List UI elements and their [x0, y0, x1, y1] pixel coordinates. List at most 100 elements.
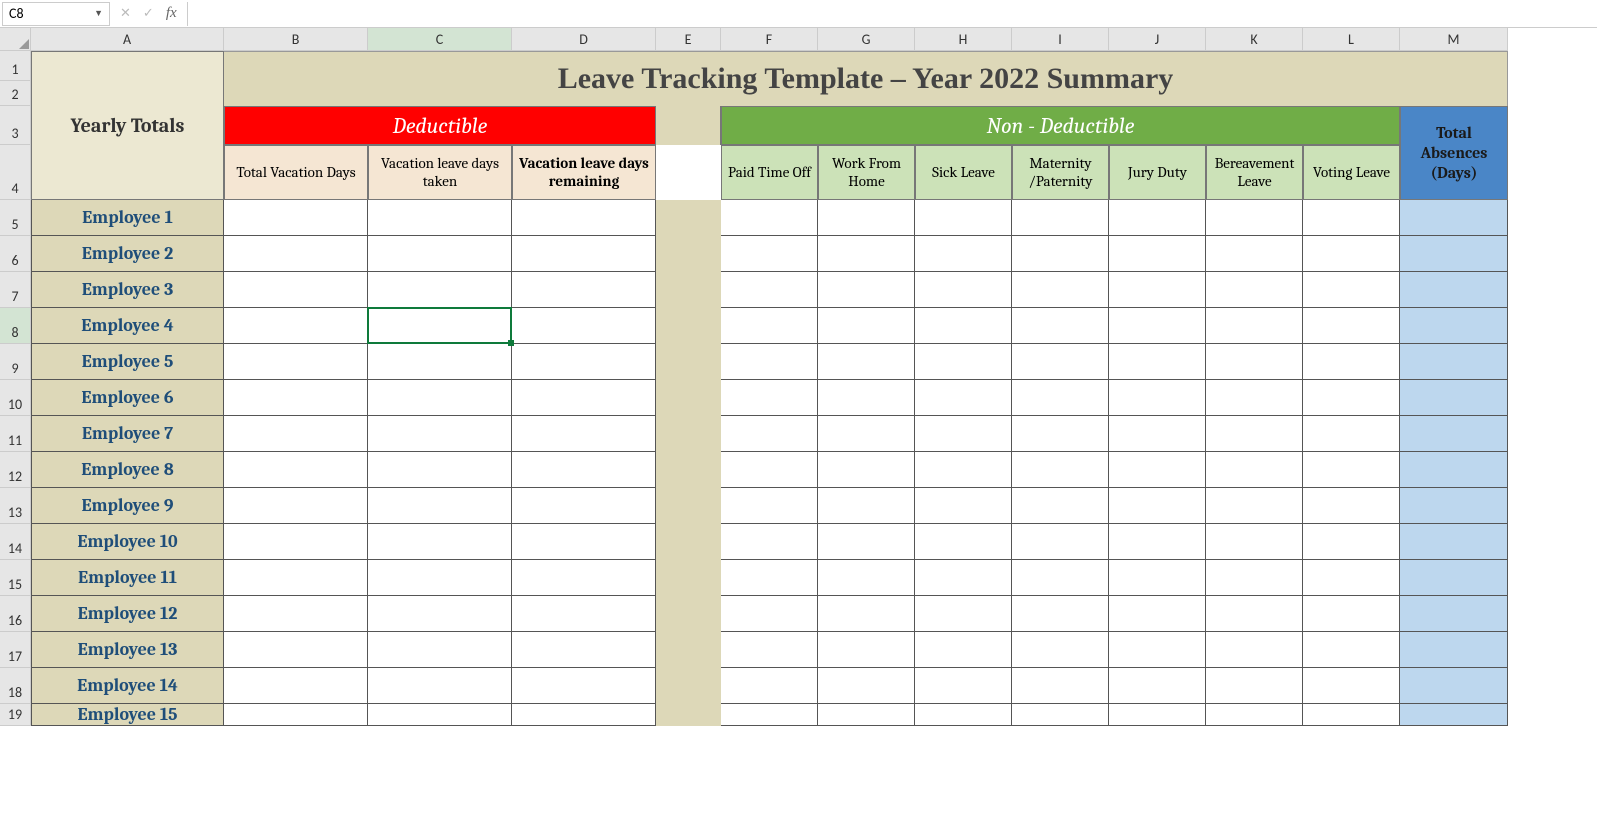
header-jury-duty[interactable]: Jury Duty: [1109, 145, 1206, 200]
cell-B12[interactable]: [224, 452, 368, 488]
select-all-corner[interactable]: [0, 28, 31, 51]
cell-E7[interactable]: [656, 272, 721, 308]
cell-C17[interactable]: [368, 632, 512, 668]
cell-I10[interactable]: [1012, 380, 1109, 416]
employee-name-cell[interactable]: Employee 11: [31, 560, 224, 596]
cell-G14[interactable]: [818, 524, 915, 560]
name-box-dropdown-icon[interactable]: ▼: [94, 8, 103, 19]
cell-J11[interactable]: [1109, 416, 1206, 452]
cell-K13[interactable]: [1206, 488, 1303, 524]
enter-icon[interactable]: ✓: [143, 6, 154, 21]
cell-J10[interactable]: [1109, 380, 1206, 416]
cell-F17[interactable]: [721, 632, 818, 668]
cell-E19[interactable]: [656, 704, 721, 726]
cell-K9[interactable]: [1206, 344, 1303, 380]
cell-H12[interactable]: [915, 452, 1012, 488]
cell-J6[interactable]: [1109, 236, 1206, 272]
cell-D17[interactable]: [512, 632, 656, 668]
cell-K12[interactable]: [1206, 452, 1303, 488]
cell-L16[interactable]: [1303, 596, 1400, 632]
cell-G8[interactable]: [818, 308, 915, 344]
cell-C10[interactable]: [368, 380, 512, 416]
cell-I13[interactable]: [1012, 488, 1109, 524]
fx-icon[interactable]: fx: [166, 5, 177, 22]
cell-M8[interactable]: [1400, 308, 1508, 344]
cell-F10[interactable]: [721, 380, 818, 416]
employee-name-cell[interactable]: Employee 14: [31, 668, 224, 704]
cell-G7[interactable]: [818, 272, 915, 308]
cell-E16[interactable]: [656, 596, 721, 632]
row-header-1[interactable]: 1: [0, 51, 31, 81]
row-header-9[interactable]: 9: [0, 344, 31, 380]
cell-J5[interactable]: [1109, 200, 1206, 236]
cell-G16[interactable]: [818, 596, 915, 632]
cell-F16[interactable]: [721, 596, 818, 632]
cell-I6[interactable]: [1012, 236, 1109, 272]
cell-C11[interactable]: [368, 416, 512, 452]
cell-B16[interactable]: [224, 596, 368, 632]
cell-G19[interactable]: [818, 704, 915, 726]
cell-C16[interactable]: [368, 596, 512, 632]
cell-B10[interactable]: [224, 380, 368, 416]
cell-J9[interactable]: [1109, 344, 1206, 380]
employee-name-cell[interactable]: Employee 4: [31, 308, 224, 344]
cell-E8[interactable]: [656, 308, 721, 344]
col-header-G[interactable]: G: [818, 28, 915, 51]
row-header-13[interactable]: 13: [0, 488, 31, 524]
spacer-col-e[interactable]: [656, 106, 721, 145]
cell-E17[interactable]: [656, 632, 721, 668]
cell-G18[interactable]: [818, 668, 915, 704]
row-header-10[interactable]: 10: [0, 380, 31, 416]
cell-F6[interactable]: [721, 236, 818, 272]
cell-K18[interactable]: [1206, 668, 1303, 704]
cell-K11[interactable]: [1206, 416, 1303, 452]
col-header-F[interactable]: F: [721, 28, 818, 51]
cell-H7[interactable]: [915, 272, 1012, 308]
cell-M17[interactable]: [1400, 632, 1508, 668]
cell-G9[interactable]: [818, 344, 915, 380]
col-header-B[interactable]: B: [224, 28, 368, 51]
cell-E5[interactable]: [656, 200, 721, 236]
cell-L6[interactable]: [1303, 236, 1400, 272]
cell-I5[interactable]: [1012, 200, 1109, 236]
cell-F15[interactable]: [721, 560, 818, 596]
cell-K15[interactable]: [1206, 560, 1303, 596]
row-header-5[interactable]: 5: [0, 200, 31, 236]
cell-I11[interactable]: [1012, 416, 1109, 452]
cell-D19[interactable]: [512, 704, 656, 726]
cell-H19[interactable]: [915, 704, 1012, 726]
cell-K10[interactable]: [1206, 380, 1303, 416]
row-header-12[interactable]: 12: [0, 452, 31, 488]
cell-B14[interactable]: [224, 524, 368, 560]
cell-H6[interactable]: [915, 236, 1012, 272]
cell-B5[interactable]: [224, 200, 368, 236]
col-header-I[interactable]: I: [1012, 28, 1109, 51]
cell-H14[interactable]: [915, 524, 1012, 560]
row-header-3[interactable]: 3: [0, 106, 31, 145]
employee-name-cell[interactable]: Employee 3: [31, 272, 224, 308]
cell-J18[interactable]: [1109, 668, 1206, 704]
employee-name-cell[interactable]: Employee 15: [31, 704, 224, 726]
col-header-L[interactable]: L: [1303, 28, 1400, 51]
cell-J14[interactable]: [1109, 524, 1206, 560]
cell-I12[interactable]: [1012, 452, 1109, 488]
cell-D10[interactable]: [512, 380, 656, 416]
cell-M16[interactable]: [1400, 596, 1508, 632]
row-header-18[interactable]: 18: [0, 668, 31, 704]
cell-J15[interactable]: [1109, 560, 1206, 596]
cell-J17[interactable]: [1109, 632, 1206, 668]
cell-M12[interactable]: [1400, 452, 1508, 488]
row-header-8[interactable]: 8: [0, 308, 31, 344]
cell-B8[interactable]: [224, 308, 368, 344]
cell-C18[interactable]: [368, 668, 512, 704]
row-header-14[interactable]: 14: [0, 524, 31, 560]
cell-I16[interactable]: [1012, 596, 1109, 632]
cell-D8[interactable]: [512, 308, 656, 344]
cell-E18[interactable]: [656, 668, 721, 704]
employee-name-cell[interactable]: Employee 10: [31, 524, 224, 560]
cell-F14[interactable]: [721, 524, 818, 560]
cell-D16[interactable]: [512, 596, 656, 632]
cell-E14[interactable]: [656, 524, 721, 560]
cell-K17[interactable]: [1206, 632, 1303, 668]
cell-L10[interactable]: [1303, 380, 1400, 416]
